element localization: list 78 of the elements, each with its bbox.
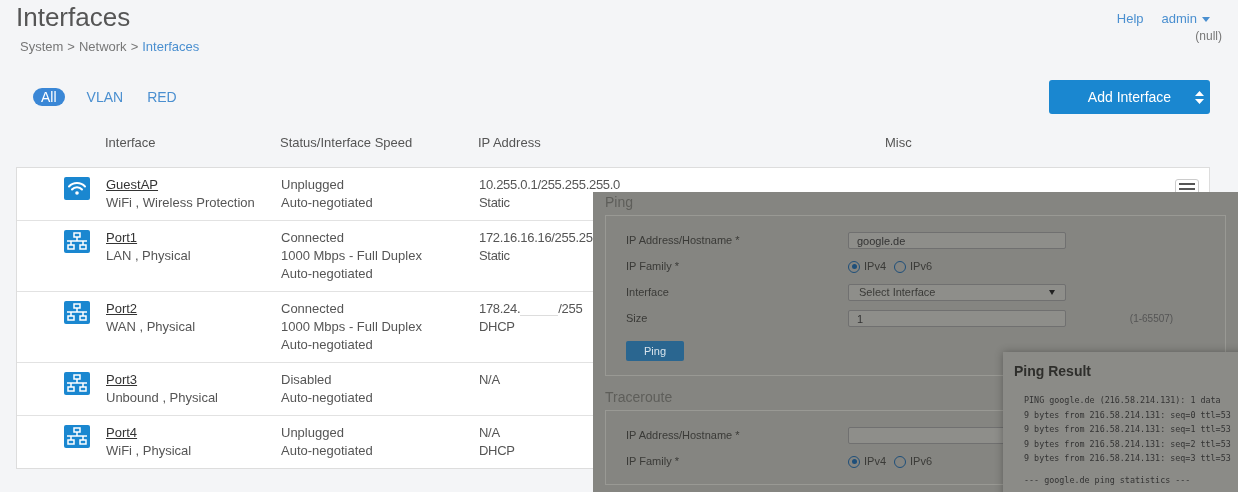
column-header: IP Address [478,134,542,153]
field-label: Interface [626,285,670,301]
help-link[interactable]: Help [1116,11,1144,27]
column-header: Interface [105,134,157,153]
field-label: IP Family * [626,454,680,470]
ip-text: 10.255.0.1/255.255.255.0 [479,176,620,194]
caret-icon [1202,16,1210,22]
input-field[interactable]: 1 [848,310,1066,327]
page-title: Interfaces [16,1,132,33]
interface-link[interactable]: Port3 [106,371,138,389]
filter-tab[interactable]: VLAN [84,88,126,106]
breadcrumb-separator: > [130,39,139,55]
breadcrumb-link[interactable]: System [20,39,64,55]
dialog-title: Ping Result [1014,362,1092,380]
network-icon [64,301,90,324]
ip-text: /255 [558,300,583,318]
interface-link[interactable]: Port4 [106,424,138,442]
sort-arrows-icon [1195,91,1204,104]
result-line: 9 bytes from 216.58.214.131: seq=2 ttl=53 [1024,437,1231,451]
interface-type: Unbound , Physical [106,389,218,407]
interface-type: LAN , Physical [106,247,191,265]
ip-text: DHCP [479,442,515,460]
result-line: 9 bytes from 216.58.214.131: seq=1 ttl=53 [1024,423,1231,436]
field-label: IP Family * [626,259,680,275]
status-text: Unplugged [281,424,344,442]
input-field[interactable]: google.de [848,232,1066,249]
status-text: Connected [281,300,344,318]
radio-option[interactable]: IPv4 [848,258,886,275]
result-line: 9 bytes from 216.58.214.131: seq=3 ttl=53 [1024,452,1231,465]
add-interface-button[interactable]: Add Interface [1049,80,1210,114]
caret-icon [1049,290,1055,295]
column-header: Misc [885,134,913,153]
radio-option[interactable]: IPv6 [894,453,933,470]
status-text: 1000 Mbps - Full Duplex [281,318,422,336]
filter-tab[interactable]: RED [145,88,179,106]
status-text: 1000 Mbps - Full Duplex [281,247,422,265]
user-role: (null) [1195,29,1222,43]
column-header: Status/Interface Speed [280,134,414,153]
ip-text: N/A [479,371,500,389]
network-icon [64,425,90,448]
ping-button[interactable]: Ping [626,341,684,361]
network-icon [64,230,90,253]
interface-type: WiFi , Wireless Protection [106,194,255,212]
status-text: Auto-negotiated [281,336,373,354]
breadcrumb-link[interactable]: Network [78,39,127,55]
user-menu[interactable]: admin [1161,11,1210,27]
ip-text: N/A [479,424,500,442]
breadcrumb-separator: > [67,39,75,55]
status-text: Unplugged [281,176,344,194]
field-label: IP Address/Hostname * [626,233,741,249]
status-text: Connected [281,229,344,247]
status-text: Disabled [281,371,332,389]
network-icon [64,372,90,395]
result-line: --- google.de ping statistics --- [1024,473,1191,487]
result-line: PING google.de (216.58.214.131): 1 data [1024,394,1221,407]
breadcrumb-link[interactable]: Interfaces [142,39,200,55]
interface-type: WAN , Physical [106,318,196,336]
interface-link[interactable]: Port1 [106,229,138,247]
field-label: Size [626,311,649,327]
status-text: Auto-negotiated [281,389,373,407]
interface-link[interactable]: GuestAP [106,176,159,194]
ip-text: 172.16.16.16/255.25 [479,229,593,247]
interface-link[interactable]: Port2 [106,300,138,318]
status-text: Auto-negotiated [281,194,373,212]
ip-text: Static [479,247,510,265]
interface-type: WiFi , Physical [106,442,192,460]
wifi-icon [64,177,90,200]
filter-tab[interactable]: All [33,88,65,106]
ip-text: DHCP [479,318,515,336]
radio-option[interactable]: IPv4 [848,453,886,470]
radio-option[interactable]: IPv6 [894,258,933,275]
field-label: IP Address/Hostname * [626,428,741,444]
status-text: Auto-negotiated [281,442,373,460]
result-line: 9 bytes from 216.58.214.131: seq=0 ttl=53 [1024,408,1231,422]
ip-text: Static [479,194,510,212]
status-text: Auto-negotiated [281,265,373,283]
ip-text: 178.24. [479,300,521,318]
select-dropdown[interactable]: Select Interface [848,284,1066,301]
